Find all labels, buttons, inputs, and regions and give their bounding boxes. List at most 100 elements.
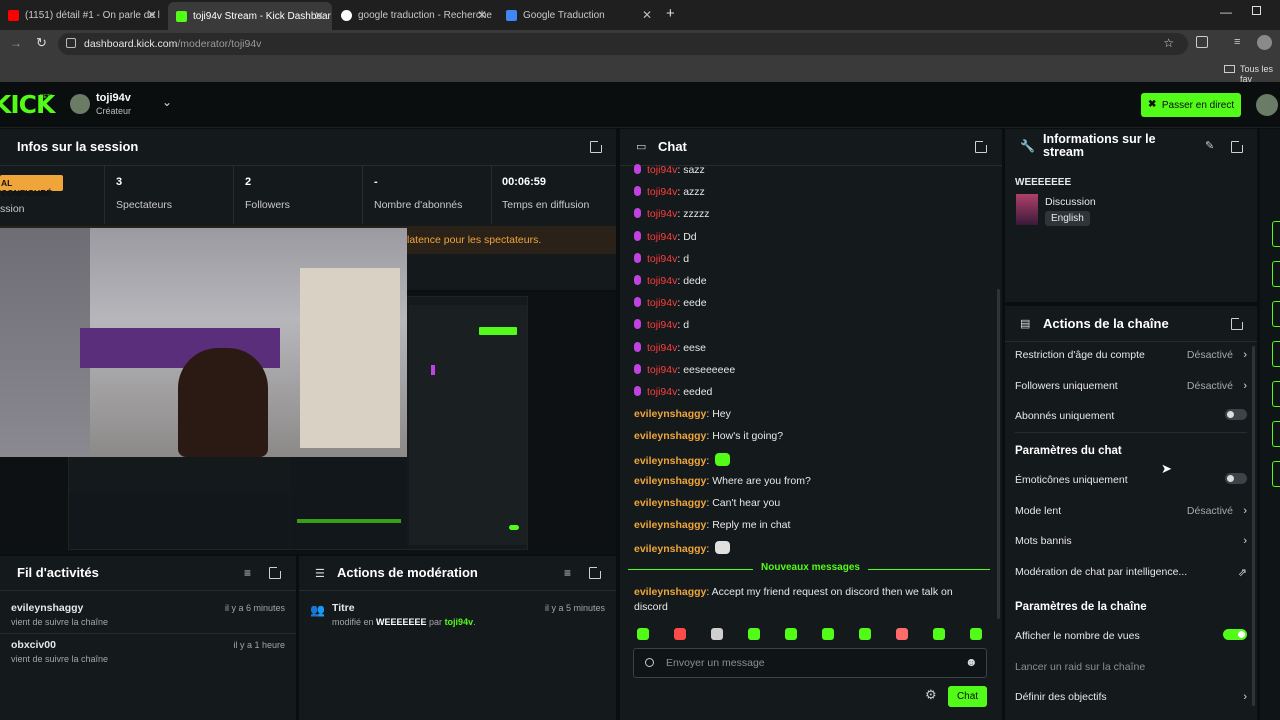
- emoji-icon[interactable]: ☻: [965, 655, 978, 669]
- chat-username[interactable]: evileynshaggy: [634, 430, 706, 442]
- channel-setting-row[interactable]: Abonnés uniquement: [1015, 409, 1247, 422]
- chat-input[interactable]: Envoyer un message ☻: [633, 648, 987, 678]
- popout-icon[interactable]: [1231, 317, 1244, 330]
- chat-scrollbar[interactable]: [997, 289, 1000, 619]
- mouse-cursor: ➤: [1161, 461, 1172, 476]
- emote-picker-icon[interactable]: [933, 628, 945, 640]
- chat-username[interactable]: toji94v: [647, 186, 677, 198]
- close-icon[interactable]: ✕: [147, 8, 157, 22]
- subs-label: Nombre d'abonnés: [374, 199, 463, 211]
- maximize-button[interactable]: [1252, 6, 1261, 15]
- popout-icon[interactable]: [590, 140, 603, 153]
- bookmark-star-icon[interactable]: ☆: [1163, 36, 1174, 50]
- channel-setting-row[interactable]: Modération de chat par intelligence... ⇗: [1015, 566, 1247, 579]
- channel-setting-row[interactable]: Followers uniquement Désactivé ›: [1015, 380, 1247, 392]
- channel-setting-row[interactable]: Mode lent Désactivé ›: [1015, 505, 1247, 517]
- panel-scrollbar[interactable]: [1252, 346, 1255, 706]
- channel-setting-row[interactable]: Restriction d'âge du compte Désactivé ›: [1015, 349, 1247, 361]
- chat-username[interactable]: toji94v: [647, 231, 677, 243]
- chat-username[interactable]: toji94v: [647, 386, 677, 398]
- all-bookmarks-label[interactable]: Tous les fav: [1240, 64, 1280, 84]
- chat-username[interactable]: evileynshaggy: [634, 543, 706, 555]
- site-info-icon[interactable]: [66, 38, 76, 48]
- channel-setting-row[interactable]: Définir des objectifs ›: [1015, 691, 1247, 703]
- channel-setting-row[interactable]: Mots bannis ›: [1015, 535, 1247, 547]
- sidebar-tool[interactable]: [1272, 421, 1280, 447]
- emote-picker-icon[interactable]: [748, 628, 760, 640]
- activity-user[interactable]: evileynshaggy: [11, 602, 83, 614]
- chat-text: : azzz: [677, 186, 705, 199]
- setting-label: Définir des objectifs: [1015, 691, 1107, 703]
- url-field[interactable]: dashboard.kick.com/moderator/toji94v ☆: [58, 33, 1188, 55]
- channel-setting-row[interactable]: Émoticônes uniquement: [1015, 473, 1247, 486]
- chat-username[interactable]: toji94v: [647, 342, 677, 354]
- close-icon[interactable]: ✕: [642, 8, 652, 22]
- chat-username[interactable]: toji94v: [647, 364, 677, 376]
- go-live-button[interactable]: ✖ Passer en direct: [1141, 93, 1241, 117]
- chat-text: : zzzzz: [677, 208, 710, 221]
- chat-username[interactable]: toji94v: [647, 319, 677, 331]
- chevron-right-icon: ›: [1243, 379, 1247, 392]
- activity-panel: Fil d'activités ≡ evileynshaggy vient de…: [0, 556, 296, 720]
- chat-username[interactable]: evileynshaggy: [634, 519, 706, 531]
- profile-avatar[interactable]: [1257, 35, 1272, 50]
- forward-icon[interactable]: →: [10, 36, 22, 50]
- emote-picker-icon[interactable]: [822, 628, 834, 640]
- toggle-switch[interactable]: [1225, 409, 1247, 420]
- popout-icon[interactable]: [589, 566, 602, 579]
- media-icon[interactable]: ≡: [1234, 36, 1240, 48]
- chat-username[interactable]: toji94v: [647, 297, 677, 309]
- sidebar-tool[interactable]: [1272, 261, 1280, 287]
- emote-picker-icon[interactable]: [637, 628, 649, 640]
- channel-setting-row[interactable]: Lancer un raid sur la chaîne: [1015, 661, 1247, 673]
- popout-icon[interactable]: [269, 566, 282, 579]
- minimize-button[interactable]: —: [1220, 5, 1232, 19]
- chat-username[interactable]: evileynshaggy: [634, 408, 706, 420]
- divider: [233, 166, 234, 224]
- reload-icon[interactable]: ↻: [36, 35, 47, 51]
- chat-username[interactable]: toji94v: [647, 275, 677, 287]
- new-tab-button[interactable]: +: [666, 5, 675, 22]
- close-icon[interactable]: ✕: [314, 9, 324, 23]
- chevron-right-icon: ›: [1243, 504, 1247, 517]
- tab-google-search[interactable]: google traduction - Recherche ✕: [333, 4, 495, 26]
- chat-username[interactable]: evileynshaggy: [634, 475, 706, 487]
- header-avatar[interactable]: [1256, 94, 1278, 116]
- sidebar-tool[interactable]: [1272, 301, 1280, 327]
- emote-picker-icon[interactable]: [711, 628, 723, 640]
- filter-icon[interactable]: ≡: [244, 566, 251, 580]
- popout-icon[interactable]: [1231, 140, 1244, 153]
- mod-badge-icon: [634, 208, 641, 219]
- chat-username[interactable]: toji94v: [647, 253, 677, 265]
- emote-picker-icon[interactable]: [785, 628, 797, 640]
- chat-username[interactable]: evileynshaggy: [634, 455, 706, 467]
- send-chat-button[interactable]: Chat: [948, 686, 987, 707]
- activity-user[interactable]: obxciv00: [11, 639, 56, 651]
- extensions-icon[interactable]: [1196, 36, 1208, 48]
- emote-picker-icon[interactable]: [896, 628, 908, 640]
- chat-panel: ▭ Chat toji94v: sazz toji94v: azzz toji94v…: [620, 129, 1002, 720]
- chat-username[interactable]: evileynshaggy: [634, 497, 706, 509]
- chat-username[interactable]: toji94v: [647, 164, 677, 176]
- gear-icon[interactable]: ⚙: [925, 687, 937, 703]
- user-avatar[interactable]: [70, 94, 90, 114]
- sidebar-tool[interactable]: [1272, 221, 1280, 247]
- sidebar-tool[interactable]: [1272, 461, 1280, 487]
- toggle-switch[interactable]: [1223, 629, 1247, 640]
- channel-setting-row[interactable]: Afficher le nombre de vues: [1015, 629, 1247, 642]
- toggle-switch[interactable]: [1225, 473, 1247, 484]
- emote-picker-icon[interactable]: [674, 628, 686, 640]
- close-icon[interactable]: ✕: [477, 8, 487, 22]
- sidebar-tool[interactable]: [1272, 341, 1280, 367]
- chat-username[interactable]: toji94v: [647, 208, 677, 220]
- emote-picker-icon[interactable]: [859, 628, 871, 640]
- chat-text: : How's it going?: [706, 430, 784, 443]
- filter-icon[interactable]: ≡: [564, 566, 571, 580]
- edit-icon[interactable]: ✎: [1205, 139, 1214, 152]
- tab-kick-dashboard[interactable]: toji94v Stream - Kick Dashboar ✕: [168, 2, 332, 30]
- chevron-down-icon[interactable]: ⌄: [162, 95, 172, 109]
- tab-youtube[interactable]: (1151) détail #1 - On parle de l ✕: [0, 4, 165, 26]
- tab-google-translate[interactable]: Google Traduction ✕: [498, 4, 660, 26]
- emote-picker-icon[interactable]: [970, 628, 982, 640]
- sidebar-tool[interactable]: [1272, 381, 1280, 407]
